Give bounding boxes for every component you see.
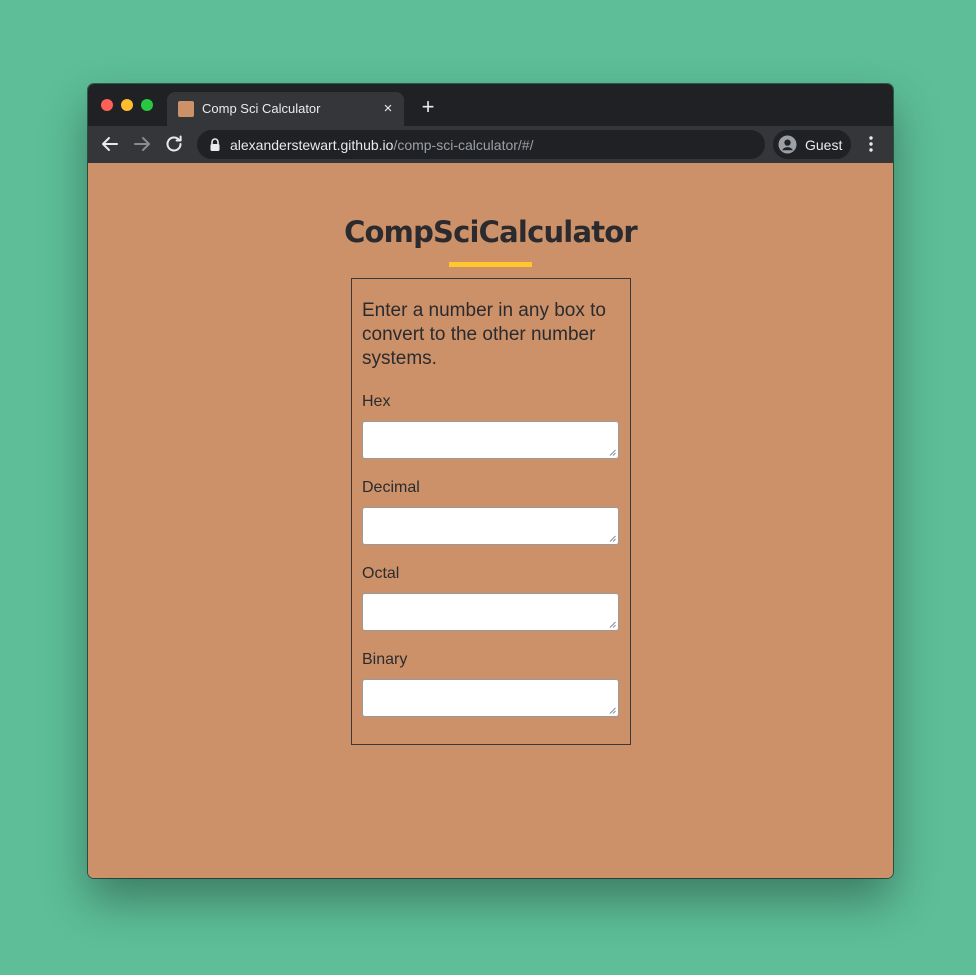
page-title: CompSciCalculator: [344, 215, 638, 249]
url-host: alexanderstewart.github.io: [230, 137, 394, 153]
close-window-button[interactable]: [101, 99, 113, 111]
arrow-right-icon: [134, 137, 150, 151]
browser-window: Comp Sci Calculator × + alexanderstewart…: [88, 84, 893, 878]
resize-grip-icon[interactable]: [609, 621, 616, 628]
new-tab-button[interactable]: +: [418, 96, 438, 118]
address-bar[interactable]: alexanderstewart.github.io/comp-sci-calc…: [197, 130, 765, 159]
back-button[interactable]: [98, 132, 122, 156]
arrow-left-icon: [102, 137, 118, 151]
decimal-label: Decimal: [362, 479, 420, 496]
resize-grip-icon[interactable]: [609, 535, 616, 542]
hex-label: Hex: [362, 393, 391, 410]
title-underline: [449, 262, 532, 267]
resize-grip-icon[interactable]: [609, 449, 616, 456]
profile-button[interactable]: Guest: [773, 130, 851, 159]
binary-label: Binary: [362, 651, 408, 668]
tab-close-icon[interactable]: ×: [379, 100, 397, 118]
account-circle-icon: [778, 135, 797, 154]
zoom-window-button[interactable]: [141, 99, 153, 111]
menu-button[interactable]: [861, 134, 881, 154]
converter-card: Enter a number in any box to convert to …: [351, 278, 631, 745]
binary-input[interactable]: [362, 679, 619, 717]
tab-title: Comp Sci Calculator: [202, 101, 321, 116]
forward-button[interactable]: [130, 132, 154, 156]
url-path: /comp-sci-calculator/#/: [393, 137, 534, 153]
profile-label: Guest: [805, 137, 843, 153]
octal-input[interactable]: [362, 593, 619, 631]
reload-icon: [166, 135, 182, 152]
resize-grip-icon[interactable]: [609, 707, 616, 714]
page-content: CompSciCalculator Enter a number in any …: [88, 163, 893, 878]
tab-active[interactable]: Comp Sci Calculator ×: [167, 92, 404, 126]
lock-icon: [210, 138, 220, 151]
hex-input[interactable]: [362, 421, 619, 459]
minimize-window-button[interactable]: [121, 99, 133, 111]
octal-label: Octal: [362, 565, 400, 582]
instructions-text: Enter a number in any box to convert to …: [362, 300, 606, 369]
decimal-input[interactable]: [362, 507, 619, 545]
favicon-icon: [178, 101, 194, 117]
reload-button[interactable]: [162, 132, 186, 156]
browser-toolbar: alexanderstewart.github.io/comp-sci-calc…: [88, 126, 893, 163]
url-text: alexanderstewart.github.io/comp-sci-calc…: [230, 137, 533, 153]
kebab-menu-icon: [869, 136, 873, 152]
title-bar: Comp Sci Calculator × +: [88, 84, 893, 126]
